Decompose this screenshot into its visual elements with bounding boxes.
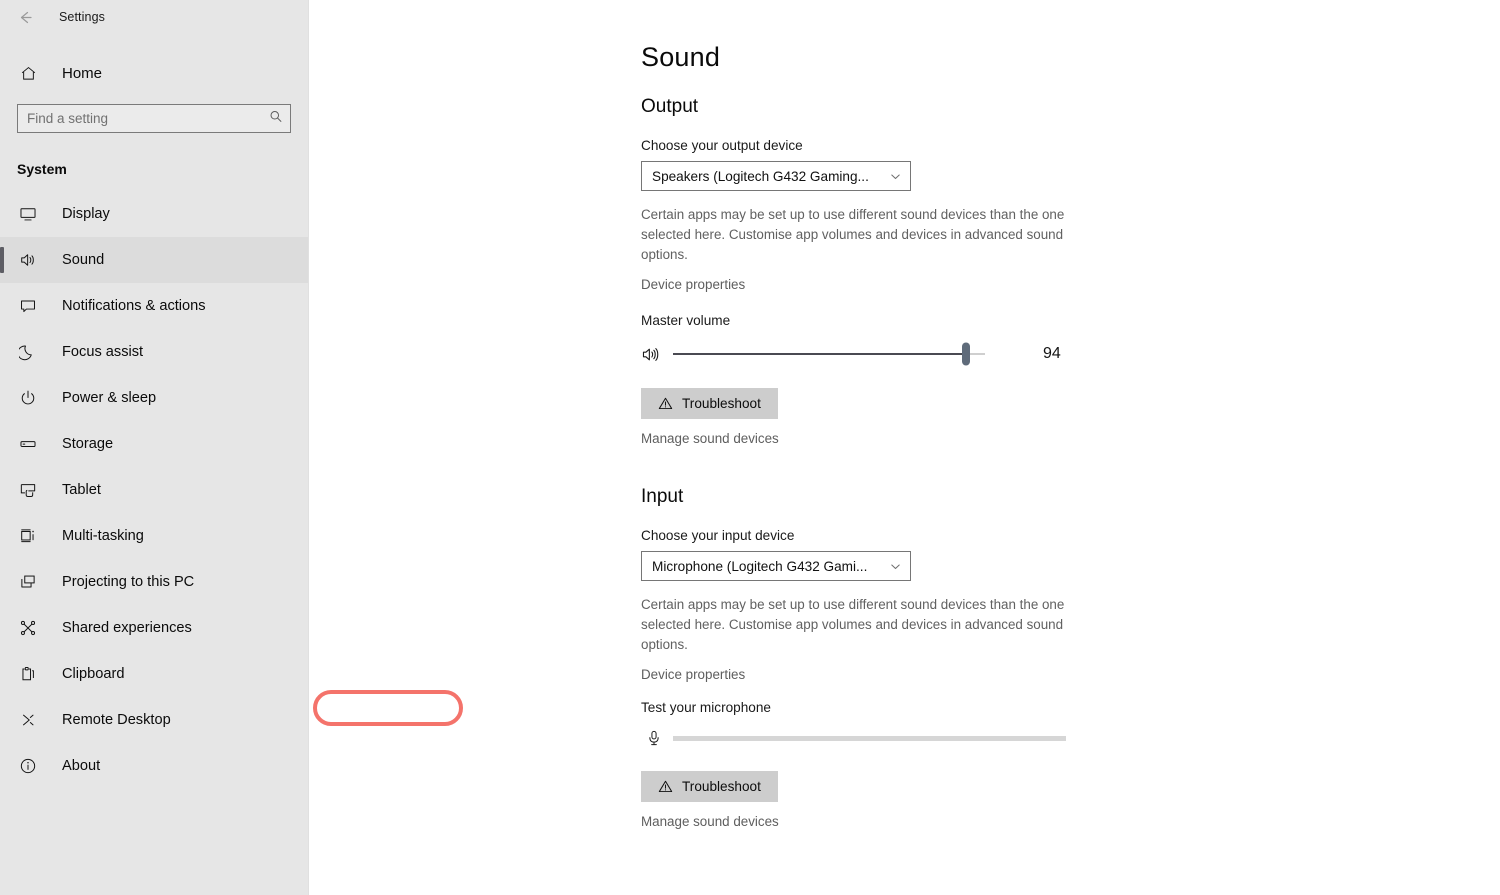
sidebar-item-power-sleep-label: Power & sleep (62, 390, 157, 406)
input-device-properties-link[interactable]: Device properties (641, 667, 1500, 682)
search-input[interactable] (17, 104, 291, 133)
output-device-properties-link[interactable]: Device properties (641, 277, 1500, 292)
chevron-down-icon (889, 560, 902, 573)
output-device-label: Choose your output device (641, 138, 803, 153)
speaker-volume-icon (641, 345, 667, 364)
page-title: Sound (641, 42, 721, 72)
monitor-icon (17, 203, 39, 225)
sidebar-item-shared-experiences-label: Shared experiences (62, 620, 192, 636)
microphone-level-row (641, 725, 1500, 751)
sidebar-item-display-label: Display (62, 206, 110, 222)
sidebar-item-notifications-label: Notifications & actions (62, 298, 206, 314)
sidebar-item-projecting-label: Projecting to this PC (62, 574, 195, 590)
sidebar-item-storage[interactable]: Storage (0, 421, 308, 467)
warning-triangle-icon (658, 779, 673, 794)
moon-icon (17, 341, 39, 363)
master-volume-slider[interactable] (673, 342, 985, 366)
sidebar-item-sound[interactable]: Sound (0, 237, 308, 283)
input-device-dropdown[interactable]: Microphone (Logitech G432 Gami... (641, 551, 911, 581)
search-container (17, 104, 291, 133)
input-device-label: Choose your input device (641, 528, 795, 543)
clipboard-icon (17, 663, 39, 685)
project-icon (17, 571, 39, 593)
sidebar-item-tablet[interactable]: Tablet (0, 467, 308, 513)
title-bar: Settings (0, 0, 308, 34)
info-icon (17, 755, 39, 777)
slider-thumb[interactable] (962, 342, 971, 366)
sidebar-group-title: System (17, 161, 67, 177)
window-title: Settings (59, 10, 105, 24)
input-troubleshoot-button[interactable]: Troubleshoot (641, 771, 778, 802)
main-content: Sound Output Choose your output device S… (309, 0, 1500, 895)
multitasking-icon (17, 525, 39, 547)
sidebar-nav-list: Display Sound Notifications & actions Fo… (0, 191, 308, 789)
master-volume-label: Master volume (641, 313, 731, 328)
sidebar-item-remote-desktop-label: Remote Desktop (62, 712, 171, 728)
output-troubleshoot-label: Troubleshoot (682, 396, 761, 411)
drive-icon (17, 433, 39, 455)
sidebar-item-about[interactable]: About (0, 743, 308, 789)
output-helper-text: Certain apps may be set up to use differ… (641, 207, 1065, 262)
sidebar-item-power-sleep[interactable]: Power & sleep (0, 375, 308, 421)
home-icon (17, 62, 39, 84)
sidebar-item-notifications[interactable]: Notifications & actions (0, 283, 308, 329)
notification-icon (17, 295, 39, 317)
sidebar-item-home-label: Home (62, 64, 103, 82)
output-device-dropdown[interactable]: Speakers (Logitech G432 Gaming... (641, 161, 911, 191)
sidebar-item-projecting[interactable]: Projecting to this PC (0, 559, 308, 605)
sidebar-item-about-label: About (62, 758, 101, 774)
sidebar-item-home[interactable]: Home (0, 55, 308, 91)
sidebar-item-sound-label: Sound (62, 252, 105, 268)
sidebar-item-display[interactable]: Display (0, 191, 308, 237)
input-helper-text: Certain apps may be set up to use differ… (641, 597, 1065, 652)
speaker-icon (17, 249, 39, 271)
microphone-level-bar (673, 735, 1066, 741)
test-microphone-label: Test your microphone (641, 700, 771, 715)
sidebar-item-storage-label: Storage (62, 436, 114, 452)
sidebar-item-shared-experiences[interactable]: Shared experiences (0, 605, 308, 651)
output-section-heading: Output (641, 96, 699, 117)
sidebar-item-tablet-label: Tablet (62, 482, 101, 498)
sidebar-item-multitasking-label: Multi-tasking (62, 528, 144, 544)
master-volume-slider-row: 94 (641, 340, 1500, 368)
input-troubleshoot-label: Troubleshoot (682, 779, 761, 794)
settings-window: Settings Home System (0, 0, 1500, 895)
slider-fill (673, 353, 967, 355)
remote-desktop-icon (17, 709, 39, 731)
sidebar-item-remote-desktop[interactable]: Remote Desktop (0, 697, 308, 743)
sidebar-item-clipboard[interactable]: Clipboard (0, 651, 308, 697)
input-section-heading: Input (641, 486, 684, 507)
sidebar: Settings Home System (0, 0, 309, 895)
output-device-value: Speakers (Logitech G432 Gaming... (652, 168, 869, 184)
warning-triangle-icon (658, 396, 673, 411)
share-nodes-icon (17, 617, 39, 639)
input-device-value: Microphone (Logitech G432 Gami... (652, 558, 868, 574)
microphone-icon (641, 729, 667, 747)
output-manage-sound-devices-link[interactable]: Manage sound devices (641, 431, 1500, 446)
sidebar-item-focus-assist-label: Focus assist (62, 344, 144, 360)
input-manage-sound-devices-link[interactable]: Manage sound devices (641, 814, 1500, 829)
sidebar-item-multitasking[interactable]: Multi-tasking (0, 513, 308, 559)
back-arrow-icon[interactable] (10, 4, 40, 30)
sidebar-item-focus-assist[interactable]: Focus assist (0, 329, 308, 375)
chevron-down-icon (889, 170, 902, 183)
power-icon (17, 387, 39, 409)
sidebar-item-clipboard-label: Clipboard (62, 666, 125, 682)
master-volume-value: 94 (1043, 345, 1061, 362)
output-troubleshoot-button[interactable]: Troubleshoot (641, 388, 778, 419)
tablet-icon (17, 479, 39, 501)
